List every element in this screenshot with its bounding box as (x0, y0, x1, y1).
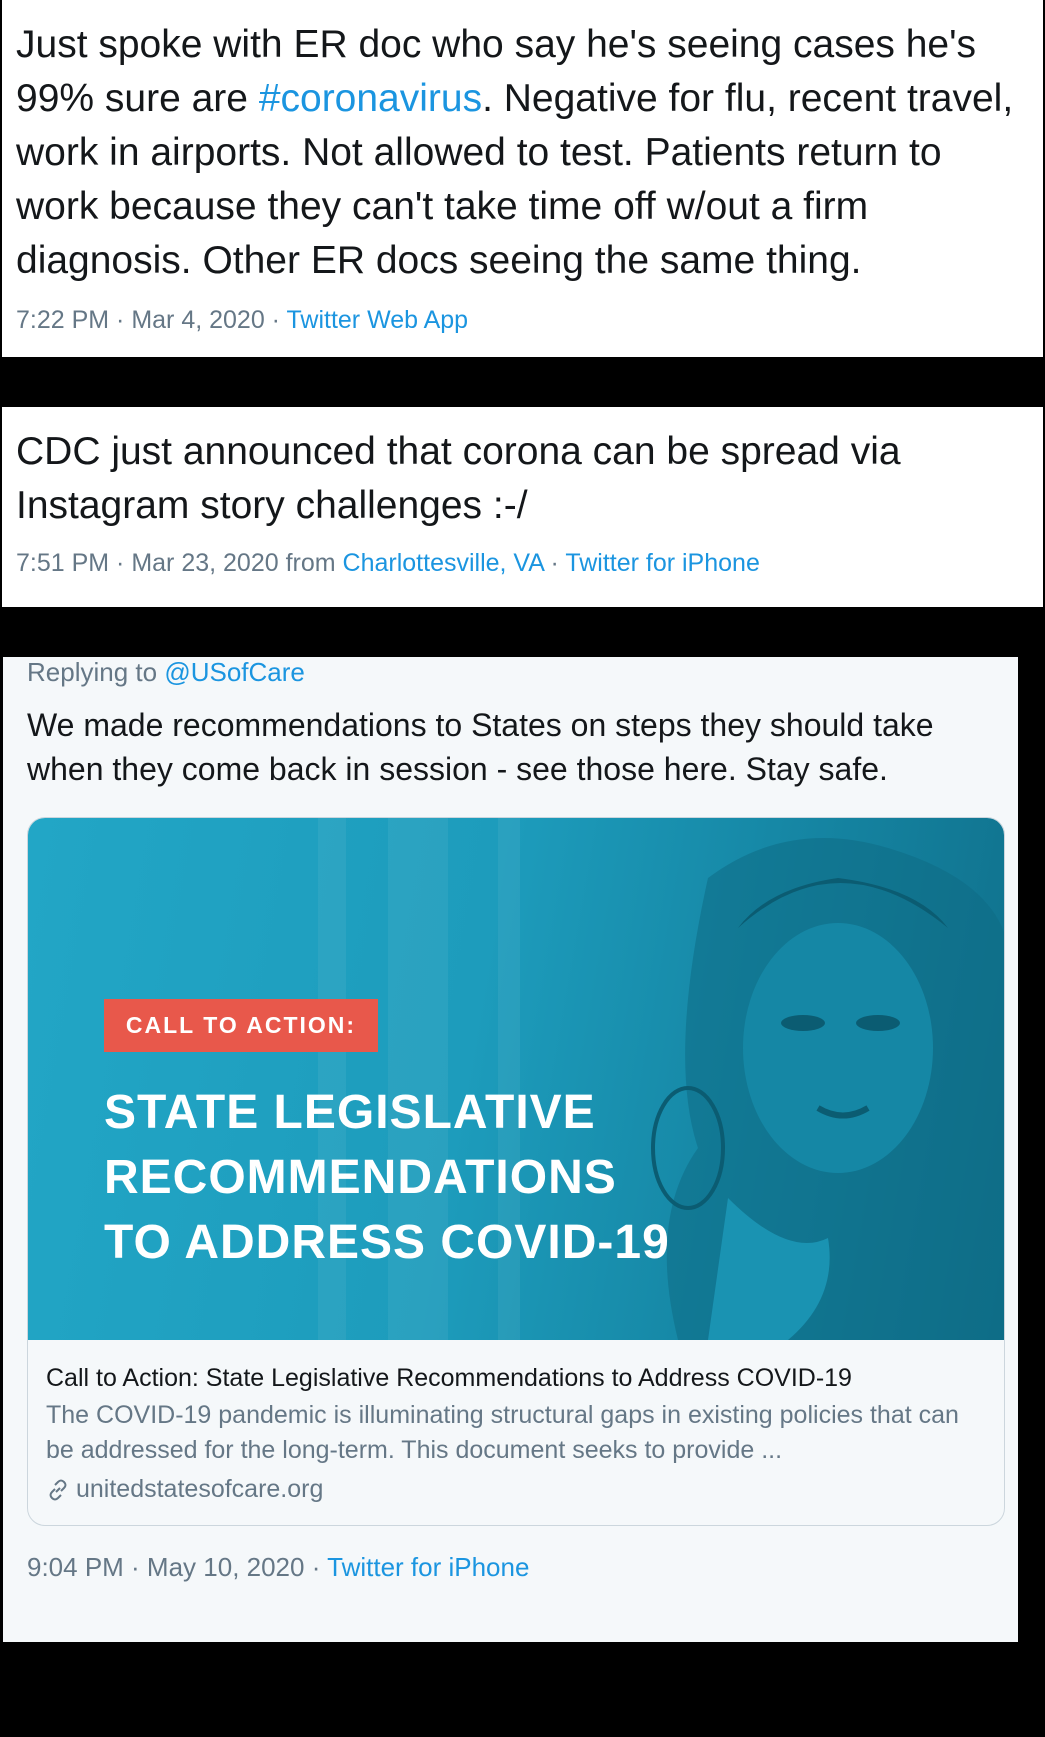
tweet-1: Just spoke with ER doc who say he's seei… (2, 0, 1043, 357)
link-preview-domain-text: unitedstatesofcare.org (76, 1475, 324, 1503)
tweet-2-timestamp[interactable]: 7:51 PM · Mar 23, 2020 from (16, 549, 343, 577)
replying-label: Replying to (27, 657, 165, 687)
card-headline: STATE LEGISLATIVE RECOMMENDATIONS TO ADD… (104, 1080, 670, 1275)
tweet-3-timestamp[interactable]: 9:04 PM · May 10, 2020 · (27, 1552, 327, 1582)
link-preview-image: CALL TO ACTION: STATE LEGISLATIVE RECOMM… (28, 818, 1004, 1340)
tweet-2-location-link[interactable]: Charlottesville, VA (343, 549, 544, 577)
tweet-3: Replying to @USofCare We made recommenda… (3, 657, 1018, 1642)
card-headline-line: STATE LEGISLATIVE (104, 1086, 596, 1139)
meta-separator: · (543, 549, 566, 577)
call-to-action-badge: CALL TO ACTION: (104, 999, 378, 1052)
tweet-1-source-link[interactable]: Twitter Web App (287, 306, 469, 334)
link-preview-title: Call to Action: State Legislative Recomm… (46, 1364, 852, 1392)
tweet-2-source-link[interactable]: Twitter for iPhone (565, 549, 760, 577)
tweet-2: CDC just announced that corona can be sp… (2, 407, 1043, 607)
tweet-2-meta: 7:51 PM · Mar 23, 2020 from Charlottesvi… (16, 549, 1029, 578)
tweet-2-text: CDC just announced that corona can be sp… (16, 430, 901, 527)
tweet-1-text: Just spoke with ER doc who say he's seei… (16, 18, 1029, 288)
card-headline-line: TO ADDRESS COVID-19 (104, 1216, 670, 1269)
hashtag-link[interactable]: #coronavirus (259, 77, 482, 120)
tweet-1-meta: 7:22 PM · Mar 4, 2020 · Twitter Web App (16, 306, 1029, 335)
tweet-1-timestamp[interactable]: 7:22 PM · Mar 4, 2020 · (16, 306, 287, 334)
tweet-3-text: We made recommendations to States on ste… (27, 707, 934, 787)
link-preview-card[interactable]: CALL TO ACTION: STATE LEGISLATIVE RECOMM… (27, 817, 1005, 1526)
link-icon (49, 1479, 67, 1500)
replying-handle-link[interactable]: @USofCare (164, 657, 305, 687)
card-headline-line: RECOMMENDATIONS (104, 1151, 617, 1204)
tweet-3-meta: 9:04 PM · May 10, 2020 · Twitter for iPh… (27, 1552, 994, 1583)
link-preview-text: Call to Action: State Legislative Recomm… (28, 1340, 1004, 1525)
tweet-3-source-link[interactable]: Twitter for iPhone (327, 1552, 529, 1582)
replying-to: Replying to @USofCare (27, 657, 994, 687)
link-preview-domain: unitedstatesofcare.org (46, 1472, 986, 1507)
link-preview-description: The COVID-19 pandemic is illuminating st… (46, 1401, 959, 1464)
